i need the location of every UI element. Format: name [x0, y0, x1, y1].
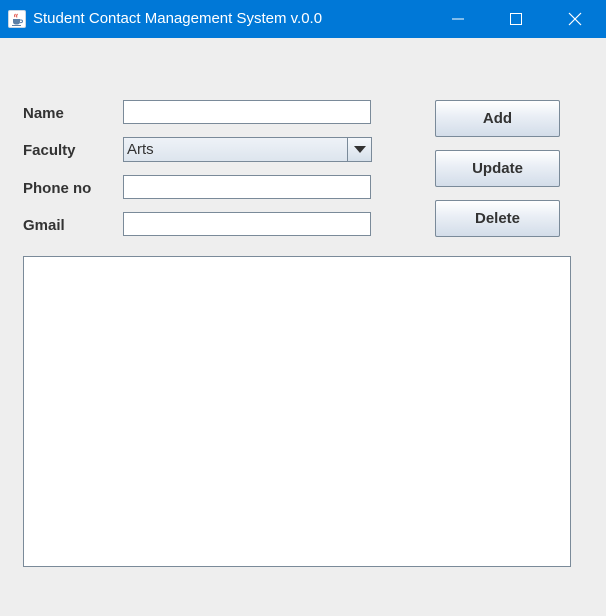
title-bar[interactable]: Student Contact Management System v.0.0 [0, 0, 606, 38]
name-label: Name [23, 105, 64, 122]
chevron-down-icon [353, 146, 366, 153]
phone-field[interactable] [123, 175, 371, 199]
window-title: Student Contact Management System v.0.0 [33, 10, 323, 27]
java-coffee-cup-icon [8, 10, 26, 28]
gmail-label: Gmail [23, 217, 65, 234]
update-button[interactable]: Update [435, 150, 560, 187]
name-field[interactable] [123, 100, 371, 124]
delete-button[interactable]: Delete [435, 200, 560, 237]
faculty-selected-value: Arts [127, 141, 154, 158]
dropdown-arrow-button[interactable] [347, 138, 371, 161]
add-button[interactable]: Add [435, 100, 560, 137]
maximize-button[interactable] [493, 0, 539, 38]
records-output-area[interactable] [23, 256, 571, 567]
close-button[interactable] [552, 0, 598, 38]
close-icon [568, 12, 582, 26]
faculty-label: Faculty [23, 142, 76, 159]
maximize-icon [510, 13, 522, 25]
minimize-icon [452, 18, 464, 20]
faculty-dropdown[interactable]: Arts [123, 137, 372, 162]
gmail-field[interactable] [123, 212, 371, 236]
phone-label: Phone no [23, 180, 92, 197]
main-panel: Name Faculty Arts Phone no Gmail Add Upd… [0, 38, 606, 616]
minimize-button[interactable] [435, 0, 481, 38]
